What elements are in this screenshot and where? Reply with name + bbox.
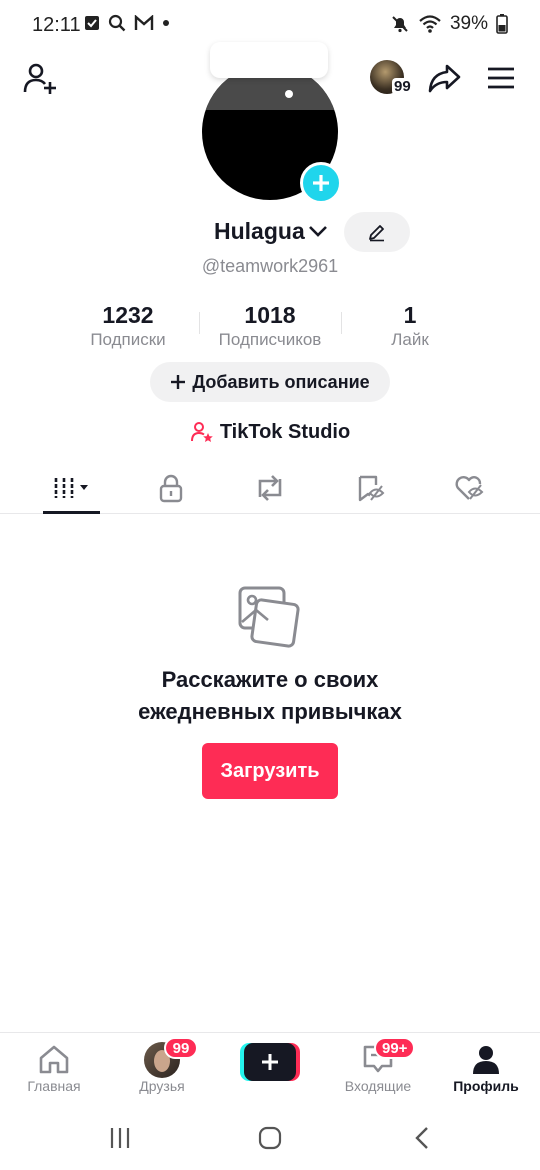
- avatar-add-button[interactable]: [300, 162, 342, 204]
- plus-icon: [313, 175, 329, 191]
- recent-apps-icon[interactable]: [108, 1126, 132, 1150]
- stat-followers[interactable]: 1018 Подписчиков: [195, 300, 345, 350]
- nav-home-label: Главная: [27, 1078, 81, 1094]
- dot-icon: [163, 20, 169, 26]
- tiktok-studio-label: TikTok Studio: [219, 420, 351, 443]
- stat-following[interactable]: 1232 Подписки: [53, 300, 203, 350]
- videos-grid-icon: [54, 478, 88, 498]
- tab-videos[interactable]: [21, 462, 121, 514]
- status-notification-icons: [84, 14, 170, 32]
- hamburger-menu-icon: [488, 67, 514, 89]
- friends-badge: 99: [164, 1037, 198, 1059]
- tab-favorites[interactable]: [320, 462, 420, 514]
- profile-icon: [473, 1046, 499, 1074]
- bottom-navigation: Главная 99 Друзья 99+ Входящие Профиль: [0, 1032, 540, 1106]
- status-time: 12:11: [32, 14, 81, 36]
- add-bio-label: Добавить описание: [192, 371, 370, 392]
- pencil-icon: [369, 225, 384, 242]
- home-button-icon[interactable]: [258, 1126, 282, 1150]
- plus-icon: [262, 1054, 278, 1070]
- nav-inbox-label: Входящие: [344, 1078, 412, 1094]
- nav-friends-label: Друзья: [139, 1078, 185, 1094]
- username-row: Hulagua: [0, 212, 540, 252]
- lock-icon: [159, 474, 183, 503]
- create-button[interactable]: [240, 1043, 300, 1081]
- gmail-icon: [134, 15, 154, 30]
- upload-button[interactable]: Загрузить: [202, 743, 338, 799]
- photos-placeholder-icon: [238, 586, 300, 648]
- wifi-icon: [419, 15, 441, 33]
- checkbox-icon: [85, 16, 99, 30]
- plus-icon: [171, 375, 186, 389]
- stat-likes-value: 1: [403, 302, 417, 328]
- content-tabs: [0, 462, 540, 514]
- share-button[interactable]: [424, 58, 464, 98]
- user-handle: @teamwork2961: [201, 256, 339, 276]
- empty-state-title-line-2: ежедневных привычках: [138, 699, 402, 724]
- add-friend-button[interactable]: [20, 58, 60, 98]
- add-user-icon: [23, 63, 56, 94]
- stat-likes[interactable]: 1 Лайк: [335, 300, 485, 350]
- battery-percent: 39%: [449, 13, 488, 34]
- home-icon: [39, 1045, 69, 1074]
- add-bio-button[interactable]: Добавить описание: [150, 362, 390, 402]
- bookmark-hidden-icon: [358, 475, 385, 502]
- tab-private[interactable]: [121, 462, 221, 514]
- tab-liked[interactable]: [419, 462, 519, 514]
- active-tab-indicator: [43, 511, 100, 514]
- empty-state-title-line-1: Расскажите о своих: [161, 667, 379, 692]
- empty-state-title: Расскажите о своих ежедневных привычках: [0, 664, 540, 728]
- profile-stats: 1232 Подписки 1018 Подписчиков 1 Лайк: [0, 300, 540, 354]
- mute-icon: [392, 16, 408, 33]
- nav-home[interactable]: Главная: [0, 1033, 108, 1107]
- tab-reposts[interactable]: [220, 462, 320, 514]
- inbox-badge: 99+: [374, 1037, 416, 1059]
- edit-profile-button[interactable]: [344, 212, 410, 252]
- stat-followers-label: Подписчиков: [218, 330, 322, 349]
- story-avatar-button[interactable]: 99: [370, 58, 414, 98]
- nav-profile-label: Профиль: [453, 1078, 519, 1094]
- repost-icon: [258, 475, 282, 501]
- search-icon: [108, 14, 126, 32]
- system-navigation-bar: [0, 1106, 540, 1170]
- stat-likes-label: Лайк: [391, 330, 429, 349]
- nav-friends[interactable]: 99 Друзья: [108, 1033, 216, 1107]
- nav-inbox[interactable]: 99+ Входящие: [324, 1033, 432, 1107]
- chevron-down-icon[interactable]: [308, 224, 328, 238]
- stat-following-label: Подписки: [90, 330, 166, 349]
- battery-icon: [496, 14, 508, 34]
- stat-followers-value: 1018: [244, 302, 296, 328]
- stat-following-value: 1232: [102, 302, 154, 328]
- avatar-note-bubble[interactable]: [210, 42, 328, 78]
- story-avatar-badge: 99: [392, 78, 413, 95]
- back-icon[interactable]: [412, 1126, 432, 1150]
- nav-profile[interactable]: Профиль: [432, 1033, 540, 1107]
- user-star-icon: [190, 422, 213, 442]
- username[interactable]: Hulagua: [214, 218, 305, 245]
- heart-hidden-icon: [455, 476, 484, 500]
- tiktok-studio-link[interactable]: TikTok Studio: [0, 418, 540, 446]
- status-system-icons: 39%: [390, 13, 508, 35]
- menu-button[interactable]: [482, 58, 520, 98]
- share-icon: [428, 64, 461, 93]
